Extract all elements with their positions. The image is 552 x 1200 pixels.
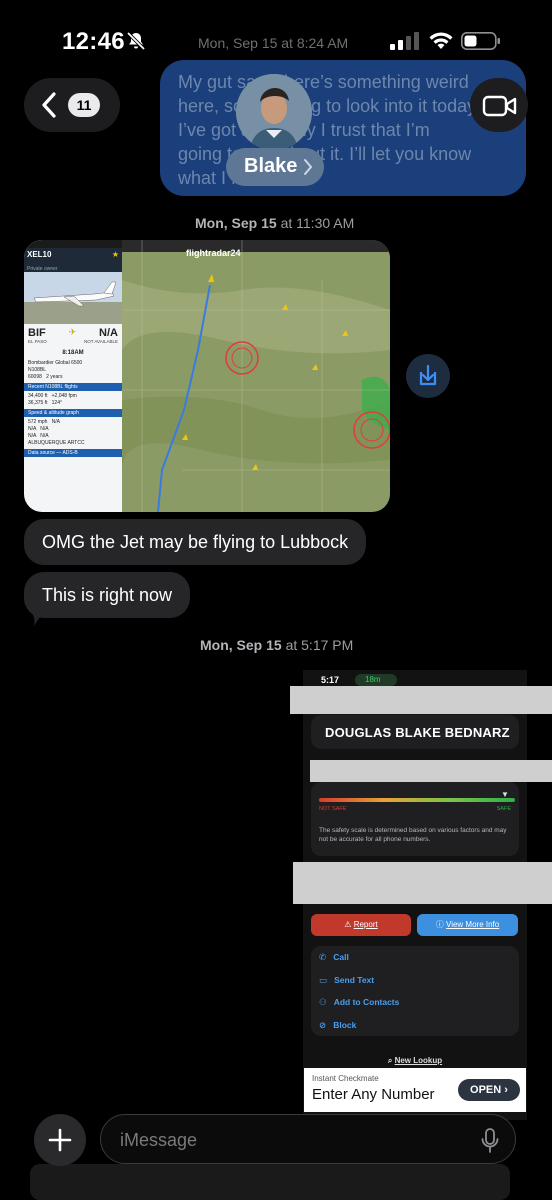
mach: N/A (40, 426, 49, 432)
scale-marker: ▼ (501, 790, 509, 799)
destination-code: N/A (99, 327, 118, 339)
ad-banner[interactable]: Instant Checkmate Enter Any Number OPEN … (304, 1068, 526, 1112)
ad-headline: Enter Any Number (312, 1086, 435, 1103)
star-icon: ★ (111, 250, 119, 259)
safety-scale (319, 798, 515, 802)
message-placeholder: iMessage (120, 1130, 198, 1150)
redaction-bar (290, 686, 552, 714)
search-icon: ⌕ (387, 1056, 393, 1065)
unread-count-badge: 11 (68, 93, 100, 117)
ground-speed: 572 mph (28, 419, 48, 425)
menu-add-contacts[interactable]: ⚇ Add to Contacts (319, 997, 399, 1008)
info-icon: ⓘ (435, 920, 446, 929)
download-icon (419, 364, 437, 386)
battery-icon (461, 32, 500, 50)
safety-disclaimer: The safety scale is determined based on … (319, 827, 507, 843)
contact-avatar[interactable] (236, 74, 312, 150)
recent-flights-link: Recent N108BL flights (24, 383, 122, 391)
silent-bell-icon (126, 31, 146, 51)
fir-region: ALBUQUERQUE ARTCC (28, 440, 85, 446)
cellular-signal-icon (390, 32, 419, 50)
new-lookup-link[interactable]: ⌕ New Lookup (303, 1056, 527, 1066)
flight-map: flightradar24 (122, 240, 390, 512)
shot-time: 5:17 (321, 675, 340, 685)
wifi-icon (429, 32, 453, 49)
contact-name: Blake (244, 155, 298, 177)
safety-card: ▼ NOT SAFE SAFE The safety scale is dete… (311, 782, 519, 856)
name-card: DOUGLAS BLAKE BEDNARZ (311, 715, 519, 749)
actions-card: ✆ Call ▭ Send Text ⚇ Add to Contacts ⊘ B… (311, 946, 519, 1036)
phone-icon: ✆ (319, 952, 327, 962)
temperature: N/A (40, 433, 49, 439)
block-icon: ⊘ (319, 1020, 327, 1030)
data-source: Data source — ADS-B (24, 449, 122, 457)
incoming-message-bubble[interactable]: This is right now (24, 572, 191, 618)
aircraft-photo (24, 272, 122, 324)
menu-call[interactable]: ✆ Call (319, 952, 349, 963)
plus-icon (48, 1128, 72, 1152)
aircraft-age: 2 years (46, 374, 63, 380)
background-message-preview (30, 1164, 510, 1200)
add-person-icon: ⚇ (319, 997, 327, 1007)
flight-callsign: XEL10 (27, 250, 52, 259)
gps-altitude: 36,375 ft (28, 400, 48, 406)
not-safe-label: NOT SAFE (319, 806, 347, 812)
header-date: Mon, Sep 15 at 8:24 AM (198, 35, 349, 51)
vertical-speed: +2,048 fpm (51, 393, 77, 399)
chevron-right-icon: › (504, 1084, 508, 1096)
menu-send-text[interactable]: ▭ Send Text (319, 975, 374, 986)
chevron-left-icon (42, 92, 56, 118)
timestamp: Mon, Sep 15 at 11:30 AM (195, 215, 355, 231)
baro-altitude: 34,400 ft (28, 393, 48, 399)
report-button[interactable]: ⚠ Report (311, 914, 411, 936)
ad-open-button[interactable]: OPEN › (458, 1079, 520, 1101)
person-name: DOUGLAS BLAKE BEDNARZ (325, 725, 510, 740)
indicated-airspeed: N/A (28, 426, 37, 432)
plane-icon: ✈ (68, 327, 77, 337)
warning-icon: ⚠ (344, 920, 354, 929)
status-time: 12:46 (62, 28, 125, 55)
flight-info-panel: XEL10 ★ Private owner BIF ✈ N/A EL PASO … (24, 240, 122, 512)
microphone-icon[interactable] (480, 1128, 500, 1154)
map-brand: flightradar24 (186, 248, 241, 258)
incoming-message-bubble[interactable]: OMG the Jet may be flying to Lubbock (24, 519, 367, 565)
message-icon: ▭ (319, 975, 328, 985)
registration: N108BL (28, 367, 47, 373)
speed-graph-link: Speed & altitude graph (24, 409, 122, 417)
add-attachment-button[interactable] (34, 1114, 86, 1166)
menu-block[interactable]: ⊘ Block (319, 1020, 356, 1031)
save-image-button[interactable] (406, 354, 450, 398)
redaction-bar (310, 760, 552, 782)
avatar-photo (236, 74, 312, 150)
view-more-button[interactable]: ⓘ View More Info (417, 914, 518, 936)
true-airspeed: N/A (51, 419, 60, 425)
video-camera-icon (482, 95, 517, 117)
chevron-right-icon (304, 159, 313, 175)
origin-city: EL PASO (28, 339, 47, 344)
aircraft-type: Bombardier Global 6500 (28, 360, 83, 366)
redaction-bar (293, 862, 552, 904)
track: 124° (51, 400, 62, 406)
destination-label: NOT AVAILABLE (83, 339, 118, 344)
safe-label: SAFE (496, 806, 511, 812)
ad-brand: Instant Checkmate (312, 1074, 379, 1083)
timestamp: Mon, Sep 15 at 5:17 PM (200, 637, 354, 653)
origin-code: BIF (28, 327, 46, 339)
call-timer: 18m (355, 674, 397, 686)
wind: N/A (28, 433, 37, 439)
bubble-tail (30, 610, 46, 626)
flight-tracker-image[interactable]: XEL10 ★ Private owner BIF ✈ N/A EL PASO … (24, 240, 390, 512)
serial-number: 60098 (28, 374, 42, 380)
